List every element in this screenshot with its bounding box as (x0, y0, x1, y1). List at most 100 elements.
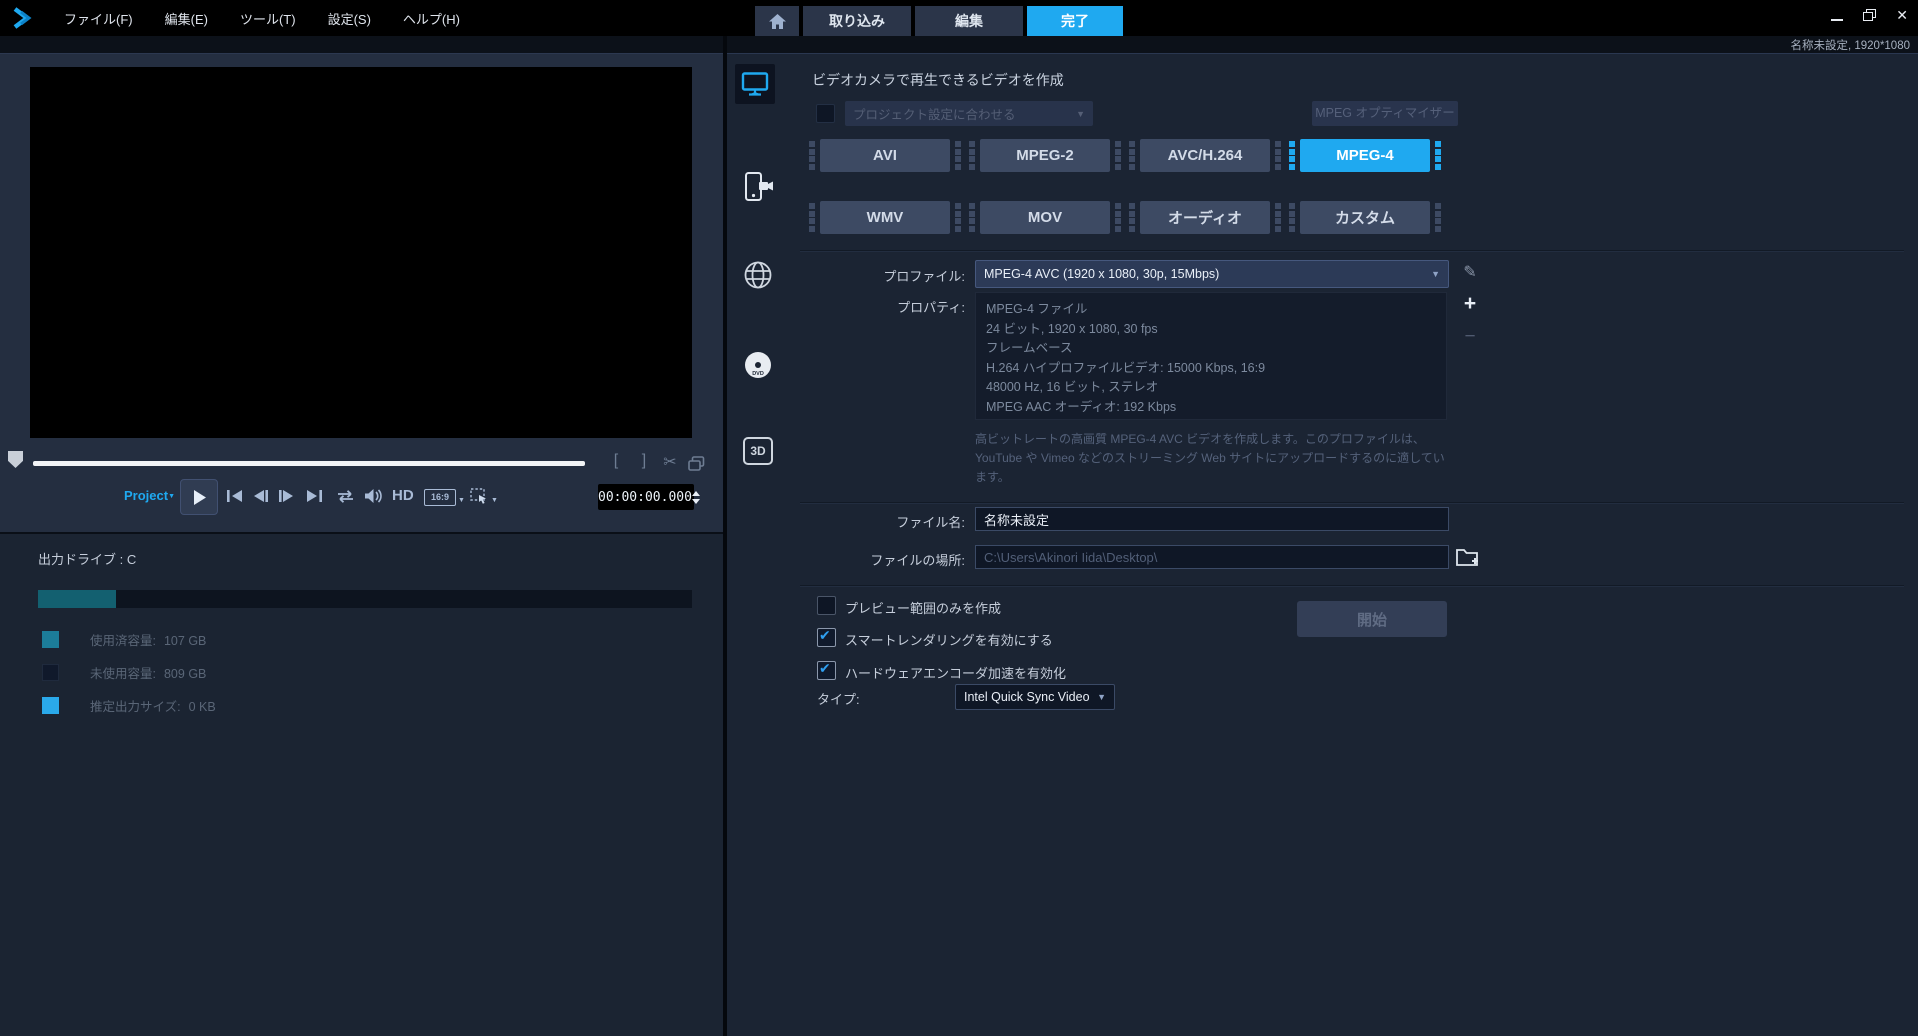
play-button[interactable] (180, 479, 218, 515)
window-controls: ✕ (1831, 8, 1908, 21)
menu-file[interactable]: ファイル(F) (64, 9, 133, 28)
format-mov: MOV (966, 201, 1124, 234)
selection-dropdown-arrow[interactable]: ▼ (491, 497, 498, 504)
filmstrip-perforation (952, 139, 964, 172)
legend-estimated: 推定出力サイズ:0 KB (42, 696, 216, 715)
restore-button[interactable] (1863, 9, 1876, 21)
videostudio-window: ファイル(F) 編集(E) ツール(T) 設定(S) ヘルプ(H) 取り込み 編… (0, 0, 1918, 1036)
sidebar-item-device[interactable] (741, 170, 775, 209)
start-button[interactable]: 開始 (1297, 601, 1447, 637)
monitor-icon (741, 71, 769, 97)
chevron-down-icon: ▼ (1431, 269, 1448, 279)
filmstrip-perforation (806, 201, 818, 234)
menu-help[interactable]: ヘルプ(H) (403, 9, 460, 28)
section-divider (800, 585, 1904, 587)
disk-used-fill (38, 590, 116, 608)
format-audio: オーディオ (1126, 201, 1284, 234)
menu-edit[interactable]: 編集(E) (165, 9, 208, 28)
close-button[interactable]: ✕ (1896, 9, 1908, 21)
sidebar-item-disc[interactable]: DVD (743, 350, 773, 385)
seek-track[interactable] (33, 461, 585, 466)
filmstrip-perforation (1432, 139, 1444, 172)
estimated-color-swatch (42, 697, 59, 714)
filmstrip-perforation (1126, 201, 1138, 234)
sidebar-item-computer[interactable] (735, 64, 775, 104)
playback-source-dropdown[interactable]: Project▼ (124, 488, 175, 503)
go-to-start-button[interactable] (226, 489, 243, 503)
hd-toggle[interactable]: HD (392, 487, 414, 504)
format-button-avc-h264[interactable]: AVC/H.264 (1140, 139, 1270, 172)
used-color-swatch (42, 631, 59, 648)
encoder-type-dropdown[interactable]: Intel Quick Sync Video ▼ (955, 684, 1115, 710)
menu-bar: ファイル(F) 編集(E) ツール(T) 設定(S) ヘルプ(H) (64, 0, 460, 36)
format-mpeg2: MPEG-2 (966, 139, 1124, 172)
format-button-mpeg2[interactable]: MPEG-2 (980, 139, 1110, 172)
profile-dropdown[interactable]: MPEG-4 AVC (1920 x 1080, 30p, 15Mbps) ▼ (975, 260, 1449, 288)
mark-out-button[interactable]: ] (634, 452, 654, 470)
minimize-button[interactable] (1831, 8, 1843, 21)
3d-icon: 3D (743, 437, 773, 465)
aspect-dropdown-arrow[interactable]: ▼ (458, 497, 465, 504)
video-preview (30, 67, 692, 438)
add-profile-icon[interactable]: + (1459, 292, 1481, 316)
filmstrip-perforation (1112, 139, 1124, 172)
browse-folder-icon[interactable] (1455, 545, 1481, 569)
filmstrip-perforation (1272, 139, 1284, 172)
home-icon (769, 14, 786, 29)
smart-render-checkbox[interactable] (817, 628, 836, 647)
legend-free: 未使用容量:809 GB (42, 663, 206, 682)
format-button-audio[interactable]: オーディオ (1140, 201, 1270, 234)
split-clip-icon[interactable]: ✂ (660, 452, 680, 472)
preview-range-checkbox[interactable] (817, 596, 836, 615)
menu-tools[interactable]: ツール(T) (240, 9, 296, 28)
tab-capture[interactable]: 取り込み (803, 6, 911, 36)
type-label: タイプ: (817, 689, 860, 708)
filmstrip-perforation (1126, 139, 1138, 172)
sidebar-item-3d[interactable]: 3D (743, 437, 773, 465)
mark-in-button[interactable]: [ (606, 452, 626, 470)
next-frame-button[interactable] (278, 489, 295, 503)
properties-label: プロパティ: (820, 297, 965, 316)
match-project-checkbox[interactable] (816, 104, 835, 123)
chevron-down-icon: ▼ (1076, 109, 1093, 119)
properties-box: MPEG-4 ファイル 24 ビット, 1920 x 1080, 30 fps … (975, 292, 1447, 420)
go-to-end-button[interactable] (306, 489, 323, 503)
match-project-dropdown[interactable]: プロジェクト設定に合わせる ▼ (845, 101, 1093, 126)
format-button-custom[interactable]: カスタム (1300, 201, 1430, 234)
share-header: ビデオカメラで再生できるビデオを作成 (812, 70, 1064, 90)
tab-share[interactable]: 完了 (1027, 6, 1123, 36)
smart-render-label: スマートレンダリングを有効にする (845, 630, 1053, 649)
timecode-spinner[interactable] (692, 491, 700, 504)
previous-frame-button[interactable] (252, 489, 269, 503)
format-button-avi[interactable]: AVI (820, 139, 950, 172)
format-button-mpeg4-selected[interactable]: MPEG-4 (1300, 139, 1430, 172)
filmstrip-perforation (806, 139, 818, 172)
tab-home[interactable] (755, 6, 799, 36)
format-button-mov[interactable]: MOV (980, 201, 1110, 234)
selection-mode-button[interactable] (470, 488, 488, 504)
menu-settings[interactable]: 設定(S) (328, 9, 371, 28)
filmstrip-perforation (1112, 201, 1124, 234)
svg-text:DVD: DVD (752, 371, 764, 377)
mobile-device-icon (741, 170, 775, 204)
mpeg-optimizer-button[interactable]: MPEG オプティマイザー (1312, 101, 1458, 126)
filmstrip-perforation (966, 201, 978, 234)
hw-encoder-label: ハードウェアエンコーダ加速を有効化 (845, 663, 1066, 682)
repeat-button[interactable] (334, 490, 357, 503)
hw-encoder-checkbox[interactable] (817, 661, 836, 680)
legend-used: 使用済容量:107 GB (42, 630, 206, 649)
grab-frame-icon[interactable] (688, 456, 705, 472)
volume-button[interactable] (364, 488, 383, 504)
aspect-ratio-selector[interactable]: 16:9 (424, 489, 456, 506)
timecode-display[interactable]: 00:00:00.000 (598, 484, 694, 510)
edit-profile-icon[interactable]: ✎ (1459, 262, 1481, 282)
title-bar: ファイル(F) 編集(E) ツール(T) 設定(S) ヘルプ(H) 取り込み 編… (0, 0, 1918, 36)
remove-profile-icon[interactable]: − (1459, 326, 1481, 348)
filmstrip-perforation (1432, 201, 1444, 234)
tab-edit[interactable]: 編集 (915, 6, 1023, 36)
format-button-wmv[interactable]: WMV (820, 201, 950, 234)
file-location-input[interactable] (975, 545, 1449, 569)
file-name-input[interactable] (975, 507, 1449, 531)
filmstrip-perforation (1272, 201, 1284, 234)
sidebar-item-web[interactable] (743, 260, 773, 295)
